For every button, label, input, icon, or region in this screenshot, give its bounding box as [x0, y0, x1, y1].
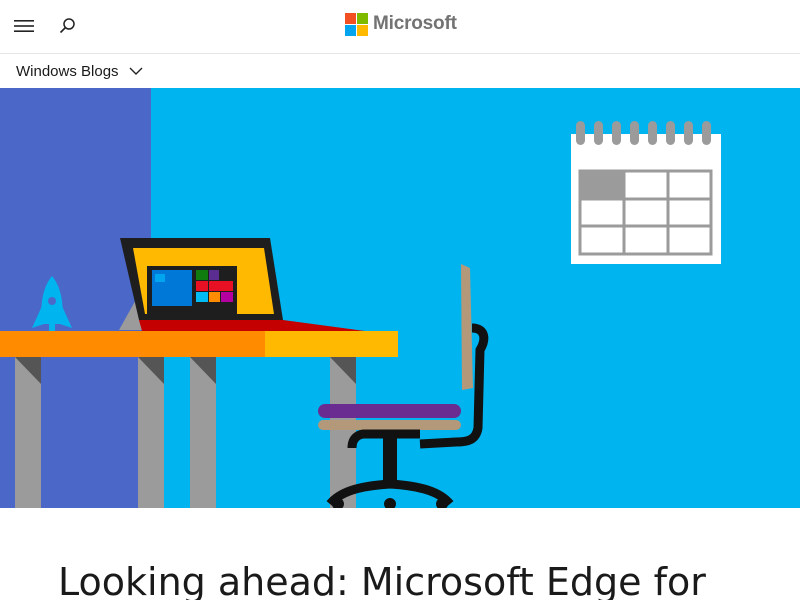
article-header: Looking ahead: Microsoft Edge for — [0, 508, 800, 600]
windows-blogs-dropdown[interactable]: Windows Blogs — [16, 63, 143, 80]
logo-square-yellow — [357, 24, 368, 36]
hero-illustration — [0, 88, 800, 508]
office-desk-illustration — [0, 88, 800, 508]
logo-square-blue — [345, 24, 356, 36]
subnav-label: Windows Blogs — [16, 62, 119, 80]
logo-square-green — [357, 12, 368, 24]
brand-name: Microsoft — [373, 13, 457, 34]
microsoft-logo-icon — [345, 12, 368, 36]
microsoft-logo-link[interactable]: Microsoft — [345, 12, 457, 36]
article-title: Looking ahead: Microsoft Edge for — [58, 560, 706, 600]
search-icon[interactable] — [56, 14, 80, 38]
calendar-icon — [571, 121, 721, 264]
chevron-down-icon — [129, 67, 143, 75]
site-header: Microsoft — [0, 0, 800, 54]
logo-square-red — [345, 12, 356, 24]
blog-subnav: Windows Blogs — [0, 54, 800, 88]
hamburger-menu-icon[interactable] — [12, 14, 38, 38]
